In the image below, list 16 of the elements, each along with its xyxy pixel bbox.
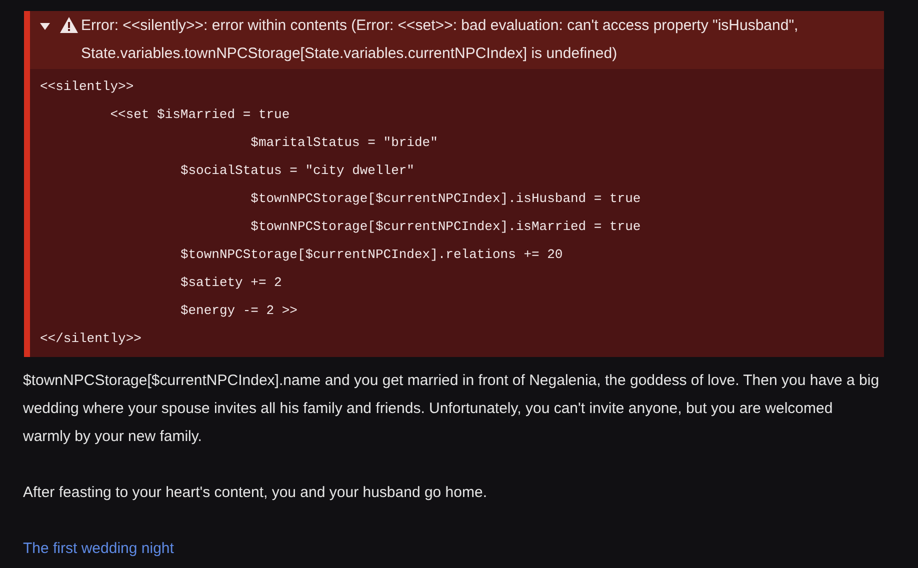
passage-link[interactable]: The first wedding night [23,540,174,557]
error-message: Error: <<silently>>: error within contents (Error: <<set>>: bad evaluation: can't access property "isHusband", State.variables.townNPCStorage[State.variables.currentNPCIndex] is undefined) [81,16,800,64]
code-line: $townNPCStorage[$currentNPCIndex].isMarried = true [250,218,641,236]
code-line: <<set $isMarried = true [109,106,290,124]
code-line: <</silently>> [40,330,142,348]
error-header[interactable]: Error: <<silently>>: error within contents (Error: <<set>>: bad evaluation: can't access property "isHusband", State.variables.townNPCStorage[State.variables.currentNPCIndex] is undefined) [30,11,884,69]
code-line: $energy -= 2 >> [179,302,298,320]
code-line: $townNPCStorage[$currentNPCIndex].relations += 20 [179,246,563,264]
code-line: <<silently>> [40,78,134,96]
story-paragraph: After feasting to your heart's content, you and your husband go home. [23,483,488,503]
warning-icon [60,17,78,33]
code-line: $townNPCStorage[$currentNPCIndex].isHusband = true [250,190,641,208]
code-line: $socialStatus = "city dweller" [179,162,414,180]
code-line: $satiety += 2 [179,274,282,292]
story-paragraph: $townNPCStorage[$currentNPCIndex].name and you get married in front of Negalenia, the goddess of love. Then you have a big wedding where your spouse invites all his family and friends. Unfortunately, you can't invite anyone, but you are welcomed warmly by your new family. [23,371,880,447]
code-line: $maritalStatus = "bride" [250,134,438,152]
